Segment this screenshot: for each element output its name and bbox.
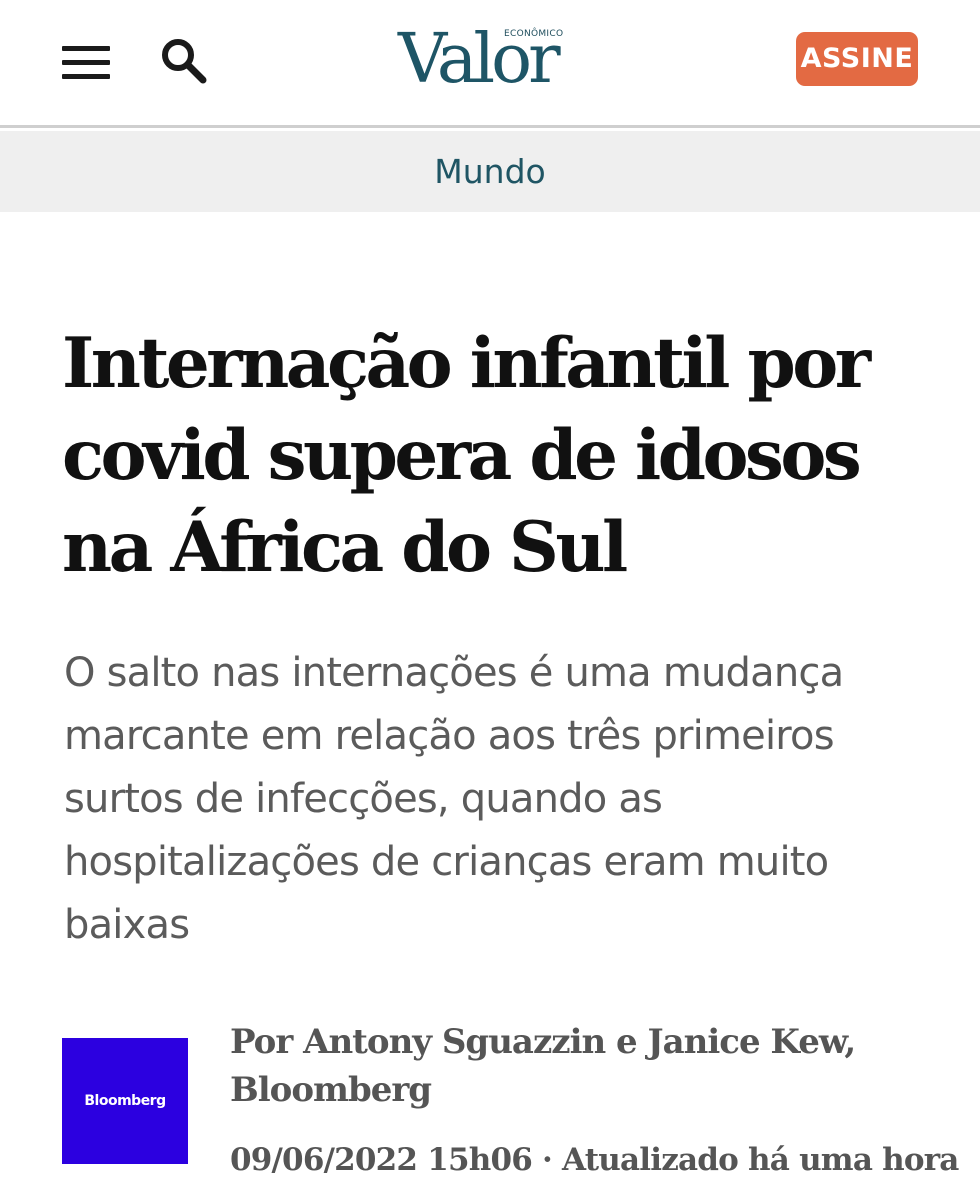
- logo-subtitle: ECONÔMICO: [504, 29, 564, 39]
- site-header: Valor ECONÔMICO ASSINE: [0, 0, 980, 128]
- updated-time: Atualizado há uma hora: [562, 1142, 959, 1178]
- publish-date: 09/06/2022 15h06: [230, 1142, 533, 1178]
- subscribe-button[interactable]: ASSINE: [796, 32, 918, 86]
- meta-separator: ·: [542, 1142, 553, 1178]
- search-icon[interactable]: [158, 36, 208, 86]
- article-meta: 09/06/2022 15h06 · Atualizado há uma hor…: [230, 1136, 959, 1184]
- article-byline: Por Antony Sguazzin e Janice Kew, Bloomb…: [230, 1022, 856, 1110]
- section-link-mundo[interactable]: Mundo: [0, 131, 980, 212]
- valor-logo[interactable]: Valor ECONÔMICO: [398, 20, 588, 100]
- article-headline: Internação infantil por covid supera de …: [62, 323, 871, 588]
- hamburger-menu-icon[interactable]: [62, 46, 110, 80]
- article-subheadline: O salto nas internações é uma mudança ma…: [64, 650, 844, 948]
- bloomberg-logo-text: Bloomberg: [84, 1093, 166, 1109]
- section-bar: Mundo: [0, 131, 980, 212]
- bloomberg-logo: Bloomberg: [62, 1038, 188, 1164]
